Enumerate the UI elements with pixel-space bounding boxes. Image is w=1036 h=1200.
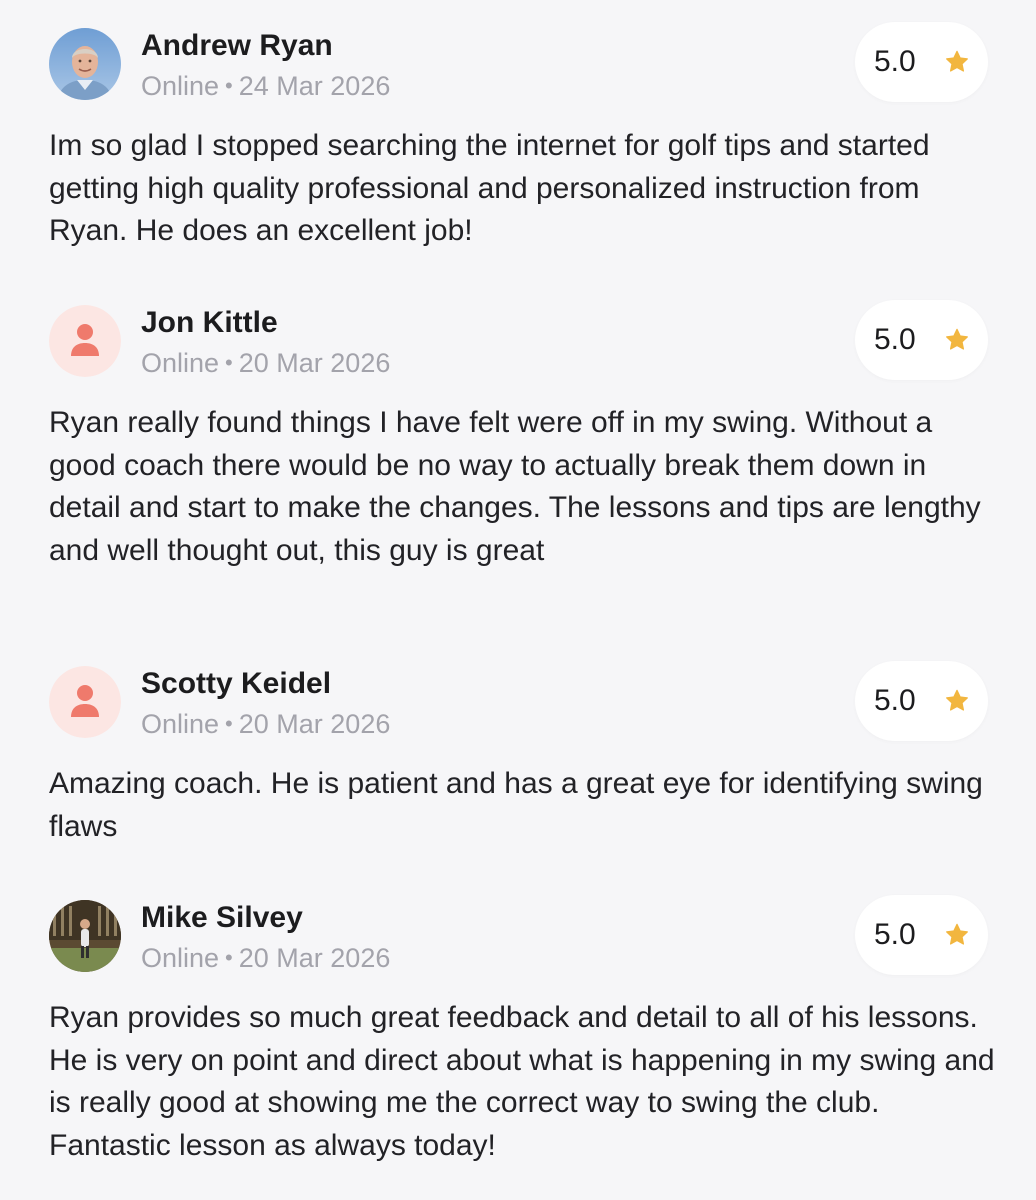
reviewer-name: Scotty Keidel	[141, 667, 332, 700]
online-status: Online	[141, 71, 220, 101]
reviewer-name: Mike Silvey	[141, 901, 303, 934]
review-date: 20 Mar 2026	[238, 709, 391, 739]
review-text: Ryan really found things I have felt wer…	[49, 406, 981, 567]
person-icon	[49, 305, 121, 377]
reviewer-name: Andrew Ryan	[141, 29, 333, 62]
online-status: Online	[141, 348, 220, 378]
meta-separator: •	[225, 350, 233, 375]
avatar-photo-icon	[49, 900, 121, 972]
review-text: Amazing coach. He is patient and has a g…	[49, 767, 983, 843]
rating-value: 5.0	[874, 323, 916, 356]
online-status: Online	[141, 943, 220, 973]
review-date: 20 Mar 2026	[238, 348, 391, 378]
avatar-photo[interactable]	[49, 900, 121, 972]
review-date: 20 Mar 2026	[238, 943, 391, 973]
rating-value: 5.0	[874, 684, 916, 717]
review-meta: Online • 20 Mar 2026	[141, 708, 390, 742]
star-icon	[946, 50, 968, 72]
rating-badge: 5.0	[855, 22, 988, 102]
review-meta: Online • 20 Mar 2026	[141, 942, 390, 976]
star-icon	[946, 328, 968, 350]
avatar-placeholder[interactable]	[49, 666, 121, 738]
review-text: Im so glad I stopped searching the inter…	[49, 129, 930, 247]
rating-value: 5.0	[874, 45, 916, 78]
review-meta: Online • 24 Mar 2026	[141, 70, 390, 104]
star-icon	[946, 689, 968, 711]
star-icon	[946, 923, 968, 945]
review-date: 24 Mar 2026	[238, 71, 391, 101]
review-text: Ryan provides so much great feedback and…	[49, 1001, 995, 1162]
review-list: Andrew Ryan Online • 24 Mar 2026 5.0 Im so…	[0, 0, 1036, 1200]
meta-separator: •	[225, 945, 233, 970]
online-status: Online	[141, 709, 220, 739]
rating-badge: 5.0	[855, 661, 988, 741]
rating-value: 5.0	[874, 918, 916, 951]
meta-separator: •	[225, 73, 233, 98]
avatar-photo-icon	[49, 28, 121, 100]
rating-badge: 5.0	[855, 895, 988, 975]
reviewer-name: Jon Kittle	[141, 306, 278, 339]
person-icon	[49, 666, 121, 738]
review-meta: Online • 20 Mar 2026	[141, 347, 390, 381]
avatar-photo[interactable]	[49, 28, 121, 100]
meta-separator: •	[225, 711, 233, 736]
rating-badge: 5.0	[855, 300, 988, 380]
avatar-placeholder[interactable]	[49, 305, 121, 377]
